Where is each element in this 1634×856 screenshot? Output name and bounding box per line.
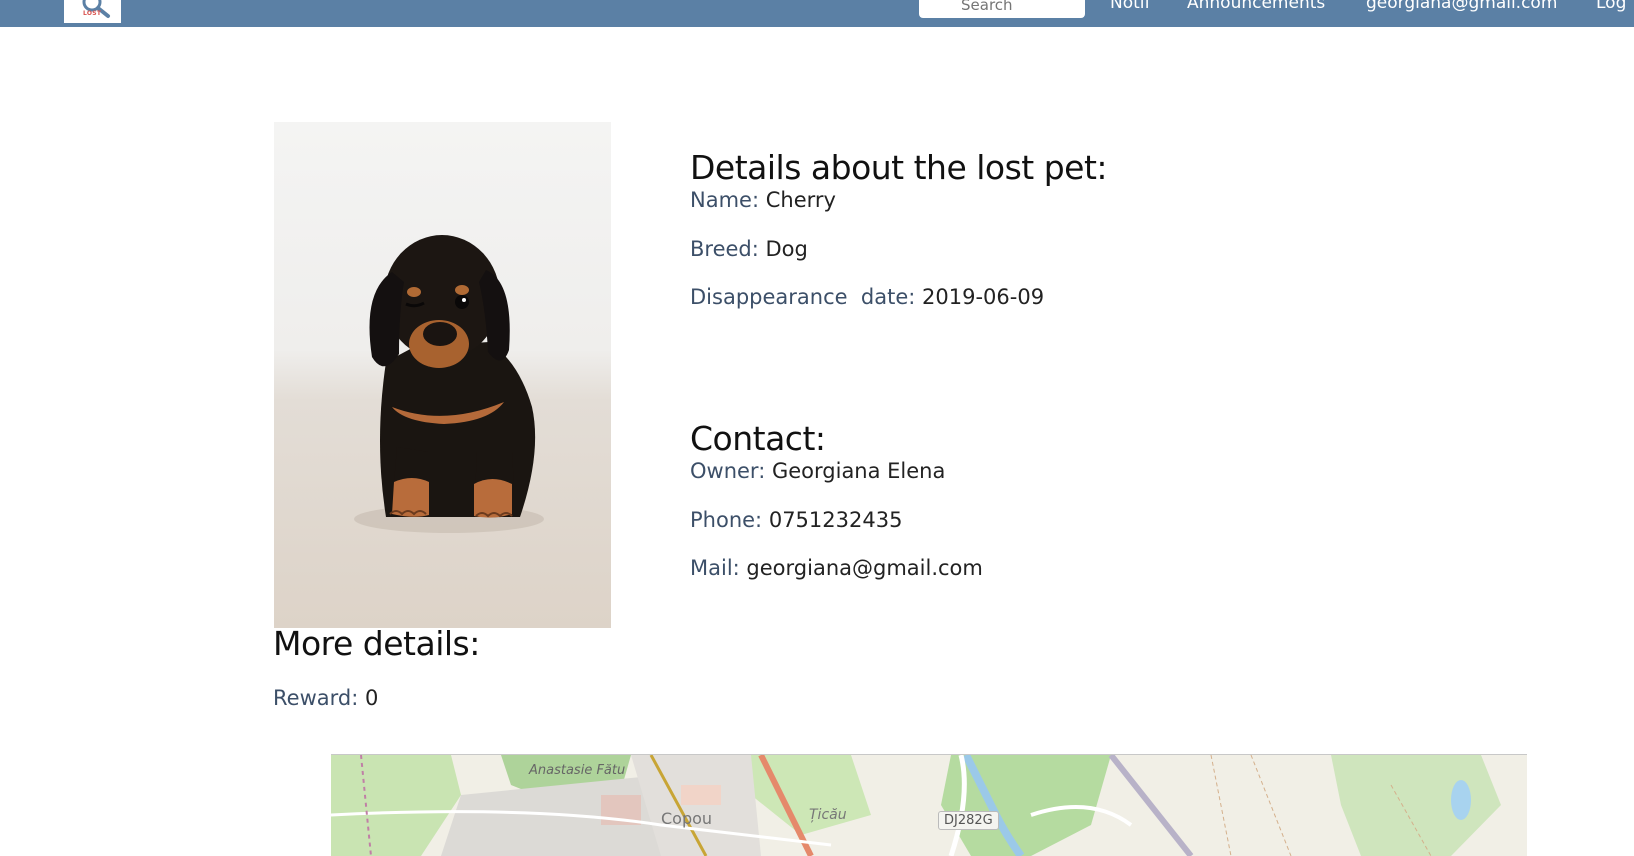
phone-label: Phone: <box>690 508 763 532</box>
top-navbar: LOST Notif Announcements georgiana@gmail… <box>0 0 1634 27</box>
more-details-title: More details: <box>273 624 480 663</box>
contact-title: Contact: <box>690 419 826 458</box>
search-input[interactable] <box>919 0 1085 18</box>
pet-name-value: Cherry <box>765 188 836 212</box>
phone-field: Phone: 0751232435 <box>690 508 902 532</box>
nav-logout[interactable]: Log <box>1596 0 1626 13</box>
pet-photo <box>274 122 611 628</box>
mail-label: Mail: <box>690 556 740 580</box>
site-logo[interactable]: LOST <box>64 0 121 23</box>
pet-breed-field: Breed: Dog <box>690 237 808 261</box>
owner-value: Georgiana Elena <box>771 459 946 483</box>
pet-details-title: Details about the lost pet: <box>690 148 1108 187</box>
reward-value: 0 <box>364 686 379 710</box>
map-label-ticau: Țicău <box>809 807 847 823</box>
phone-value: 0751232435 <box>768 508 903 532</box>
owner-field: Owner: Georgiana Elena <box>690 459 945 483</box>
nav-user-email[interactable]: georgiana@gmail.com <box>1366 0 1557 13</box>
disappearance-date-field: Disappearance date: 2019-06-09 <box>690 285 1044 309</box>
reward-field: Reward: 0 <box>273 686 378 710</box>
pet-name-label: Name: <box>690 188 760 212</box>
reward-label: Reward: <box>273 686 359 710</box>
map-label-copou: Copou <box>661 809 713 828</box>
pet-name-field: Name: Cherry <box>690 188 836 212</box>
nav-notifications[interactable]: Notif <box>1110 0 1151 13</box>
disappearance-date-value: 2019-06-09 <box>922 285 1045 309</box>
mail-value: georgiana@gmail.com <box>746 556 983 580</box>
pet-breed-label: Breed: <box>690 237 759 261</box>
location-map[interactable]: Anastasie Fătu Copou Țicău DJ282G <box>331 754 1527 856</box>
owner-label: Owner: <box>690 459 766 483</box>
logo-text: LOST <box>83 10 102 17</box>
map-label-dj282g: DJ282G <box>938 811 999 830</box>
pet-breed-value: Dog <box>765 237 808 261</box>
mail-field: Mail: georgiana@gmail.com <box>690 556 983 580</box>
map-label-anastasie-fatu: Anastasie Fătu <box>529 763 626 778</box>
disappearance-date-label: Disappearance date: <box>690 285 916 309</box>
nav-announcements[interactable]: Announcements <box>1187 0 1325 13</box>
